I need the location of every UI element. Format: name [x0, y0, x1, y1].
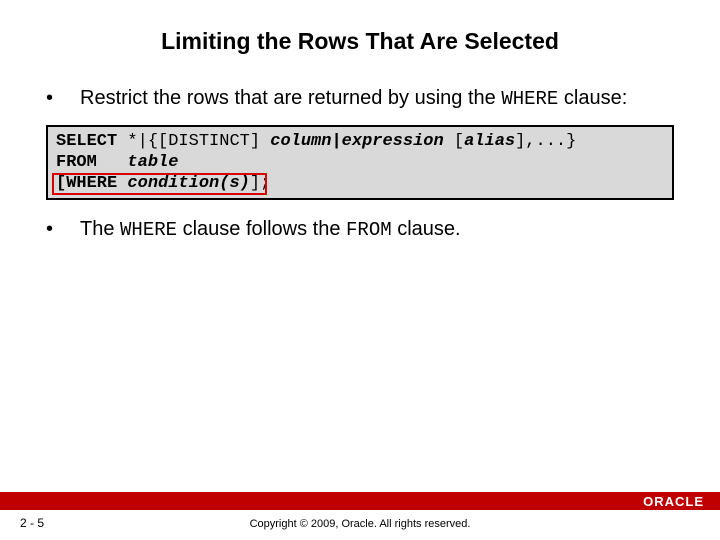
bullet-item: • The WHERE clause follows the FROM clau…: [46, 216, 674, 244]
slide-content: • Restrict the rows that are returned by…: [0, 85, 720, 244]
bullet-item: • Restrict the rows that are returned by…: [46, 85, 674, 113]
text-span: clause follows the: [177, 218, 346, 240]
code-keyword: [WHERE: [56, 174, 117, 193]
code-plain: ],...}: [515, 132, 576, 151]
slide: Limiting the Rows That Are Selected • Re…: [0, 0, 720, 540]
code-block: SELECT *|{[DISTINCT] column|expression […: [46, 125, 674, 201]
code-pad: [97, 153, 128, 172]
code-plain: *|{[DISTINCT]: [127, 132, 270, 151]
code-span: FROM: [346, 219, 392, 241]
text-span: The: [80, 218, 120, 240]
code-pad: [117, 132, 127, 151]
bullet-text: The WHERE clause follows the FROM clause…: [80, 216, 461, 244]
code-italic: condition(s): [127, 174, 249, 193]
code-span: WHERE: [120, 219, 177, 241]
code-keyword: FROM: [56, 153, 97, 172]
text-span: Restrict the rows that are returned by u…: [80, 87, 501, 109]
code-keyword: SELECT: [56, 132, 117, 151]
code-line: SELECT *|{[DISTINCT] column|expression […: [56, 131, 664, 152]
code-italic: table: [127, 153, 178, 172]
code-italic: alias: [464, 132, 515, 151]
footer-bar: [0, 492, 720, 510]
code-italic: column|expression: [270, 132, 454, 151]
code-pad: [117, 174, 127, 193]
code-plain: ];: [250, 174, 270, 193]
slide-title: Limiting the Rows That Are Selected: [0, 0, 720, 85]
code-line: [WHERE condition(s)];: [56, 173, 664, 194]
logo-text: ORACLE: [643, 494, 704, 509]
code-plain: [: [454, 132, 464, 151]
text-span: clause.: [392, 218, 461, 240]
code-line: FROM table: [56, 152, 664, 173]
bullet-marker: •: [46, 216, 80, 243]
code-span: WHERE: [501, 88, 558, 110]
copyright-text: Copyright © 2009, Oracle. All rights res…: [0, 518, 720, 530]
text-span: clause:: [558, 87, 627, 109]
bullet-marker: •: [46, 85, 80, 112]
bullet-text: Restrict the rows that are returned by u…: [80, 85, 627, 113]
oracle-logo: ORACLE: [643, 492, 704, 510]
